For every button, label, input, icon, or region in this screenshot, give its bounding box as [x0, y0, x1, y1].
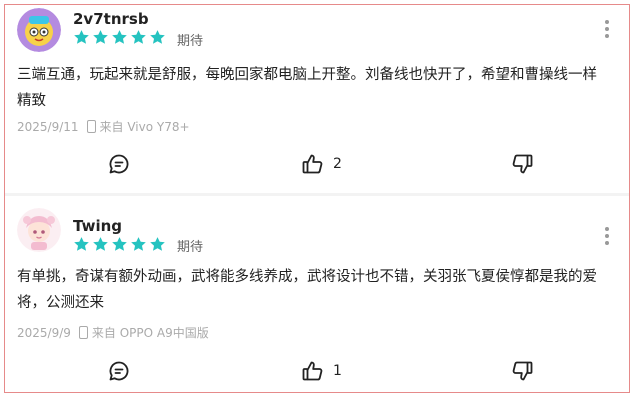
thumbs-down-icon — [512, 154, 533, 174]
like-count: 1 — [333, 363, 342, 379]
comment-button[interactable] — [107, 152, 131, 176]
device-label: 来自 Vivo Y78+ — [99, 120, 190, 134]
review-date: 2025/9/11 — [17, 119, 79, 134]
dislike-button[interactable] — [510, 152, 534, 176]
review-content-line: 三端互通，玩起来就是舒服，每晚回家都电脑上开整。刘备线也快开了，希望和曹操线一样 — [17, 67, 597, 83]
review-device: 来自 OPPO A9中国版 — [78, 324, 209, 341]
thumbs-up-icon — [302, 154, 323, 174]
review-content-line: 将，公测还来 — [17, 295, 104, 311]
star-icon — [112, 30, 127, 44]
review-divider — [5, 193, 629, 196]
username[interactable]: Twing — [73, 217, 122, 235]
star-icon — [74, 30, 89, 44]
avatar[interactable] — [17, 8, 61, 52]
review-actions: 1 — [5, 359, 629, 385]
more-icon[interactable] — [605, 227, 609, 245]
star-icon — [150, 30, 165, 44]
star-icon — [112, 237, 127, 251]
star-icon — [131, 30, 146, 44]
comment-icon — [109, 154, 129, 174]
dislike-button[interactable] — [510, 359, 534, 383]
username[interactable]: 2v7tnrsb — [73, 10, 149, 28]
review-content: 三端互通，玩起来就是舒服，每晚回家都电脑上开整。刘备线也快开了，希望和曹操线一样… — [17, 62, 617, 114]
review-tag: 期待 — [177, 34, 204, 49]
comment-icon — [109, 361, 129, 381]
star-icon — [93, 30, 108, 44]
review-meta: 2025/9/9 来自 OPPO A9中国版 — [17, 324, 209, 341]
review-content-line: 精致 — [17, 93, 46, 109]
comment-button[interactable] — [107, 359, 131, 383]
review-meta: 2025/9/11 来自 Vivo Y78+ — [17, 118, 190, 135]
like-button[interactable]: 1 — [301, 359, 342, 383]
review-content: 有单挑，奇谋有额外动画，武将能多线养成，武将设计也不错，关羽张飞夏侯惇都是我的爱… — [17, 264, 617, 316]
rating-stars — [73, 29, 166, 46]
star-icon — [150, 237, 165, 251]
star-icon — [93, 237, 108, 251]
phone-icon — [86, 120, 96, 133]
review-card: 2v7tnrsb 期待 三端互通，玩起来就是舒服，每晚回家都电脑上开整。刘备线也… — [5, 5, 629, 192]
review-tag: 期待 — [177, 240, 204, 255]
phone-icon — [78, 326, 88, 339]
like-count: 2 — [333, 156, 342, 172]
rating-stars — [73, 236, 166, 253]
device-label: 来自 OPPO A9中国版 — [91, 326, 209, 340]
star-icon — [131, 237, 146, 251]
avatar[interactable] — [17, 208, 61, 252]
star-icon — [74, 237, 89, 251]
thumbs-down-icon — [512, 361, 533, 381]
review-card: Twing 期待 有单挑，奇谋有额外动画，武将能多线养成，武将设计也不错，关羽张… — [5, 198, 629, 392]
more-icon[interactable] — [605, 20, 609, 38]
like-button[interactable]: 2 — [301, 152, 342, 176]
review-date: 2025/9/9 — [17, 325, 71, 340]
review-device: 来自 Vivo Y78+ — [86, 118, 190, 135]
review-actions: 2 — [5, 152, 629, 178]
review-content-line: 有单挑，奇谋有额外动画，武将能多线养成，武将设计也不错，关羽张飞夏侯惇都是我的爱 — [17, 269, 597, 285]
thumbs-up-icon — [302, 361, 323, 381]
